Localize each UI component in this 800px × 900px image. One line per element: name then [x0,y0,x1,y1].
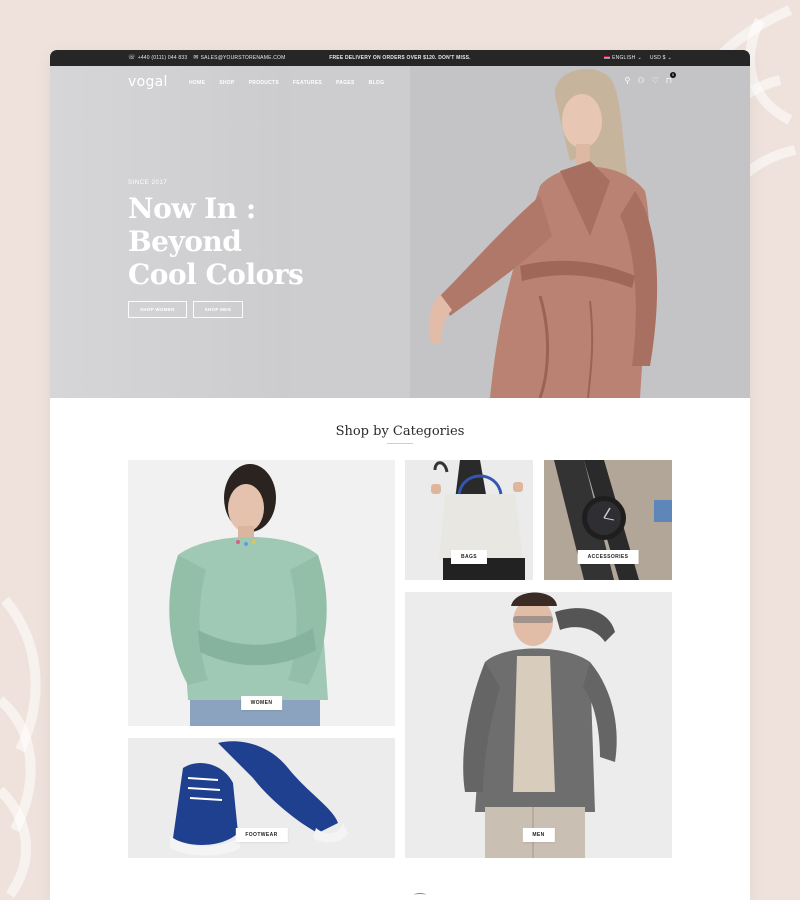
men-category-image [405,592,672,858]
nav-item-products[interactable]: PRODUCTS [249,80,279,86]
language-label: ENGLISH [612,55,636,61]
hero-headline: Now In : Beyond Cool Colors [128,192,368,291]
category-tile-women[interactable]: WOMEN [128,460,395,726]
category-tile-men[interactable]: MEN [405,592,672,858]
category-tile-bags[interactable]: BAGS [405,460,533,580]
women-category-image [128,460,395,726]
category-tile-accessories[interactable]: ACCESSORIES [544,460,672,580]
category-label-men: MEN [522,828,555,842]
hero-headline-line2: Cool Colors [128,258,304,291]
currency-label: USD $ [649,55,666,61]
category-label-bags: BAGS [450,550,488,564]
currency-selector[interactable]: USD $ ⌄ [650,55,672,61]
categories-section: Shop by Categories WOMEN BAGS ACCESSORIE… [50,398,750,900]
main-navigation: vogal HOME SHOP PRODUCTS FEATURES PAGES … [50,66,750,100]
category-tile-footwear[interactable]: FOOTWEAR [128,738,395,858]
hero-content: SINCE 2017 Now In : Beyond Cool Colors S… [128,180,368,318]
cart-count-badge: 0 [670,72,676,78]
hero-eyebrow: SINCE 2017 [128,180,168,186]
hero-headline-line1: Now In : Beyond [128,192,256,258]
nav-item-home[interactable]: HOME [189,80,205,86]
category-label-women: WOMEN [240,696,283,710]
user-icon[interactable]: ⚇ [637,77,644,85]
title-divider [387,443,413,444]
nav-item-pages[interactable]: PAGES [336,80,355,86]
category-label-footwear: FOOTWEAR [235,828,288,842]
section-title: Shop by Categories [335,424,465,439]
chevron-down-icon: ⌄ [667,55,672,61]
header-actions: ⚲ ⚇ ♡ ⊓ 0 [625,72,676,85]
hero-buttons: SHOP WOMEN SHOP MEN [128,301,368,318]
browser-frame: ☏ +440 (0111) 044 833 ✉ SALES@YOURSTOREN… [50,50,750,900]
shop-women-button[interactable]: SHOP WOMEN [128,301,187,318]
nav-item-blog[interactable]: BLOG [369,80,385,86]
brand-logo[interactable]: vogal [128,74,168,90]
nav-item-features[interactable]: FEATURES [293,80,322,86]
cart-icon[interactable]: ⊓ 0 [666,72,676,85]
hero-banner: vogal HOME SHOP PRODUCTS FEATURES PAGES … [50,66,750,398]
category-label-accessories: ACCESSORIES [577,550,639,564]
heart-icon[interactable]: ♡ [652,77,659,85]
uk-flag-icon [604,56,611,60]
chevron-down-icon: ⌄ [637,55,642,61]
shop-men-button[interactable]: SHOP MEN [192,301,243,318]
nav-menu: HOME SHOP PRODUCTS FEATURES PAGES BLOG [189,80,384,86]
section-ornament [414,893,426,897]
search-icon[interactable]: ⚲ [625,77,631,85]
language-selector[interactable]: ENGLISH ⌄ [604,55,642,61]
nav-item-shop[interactable]: SHOP [219,80,234,86]
announcement-bar: ☏ +440 (0111) 044 833 ✉ SALES@YOURSTOREN… [50,50,750,66]
